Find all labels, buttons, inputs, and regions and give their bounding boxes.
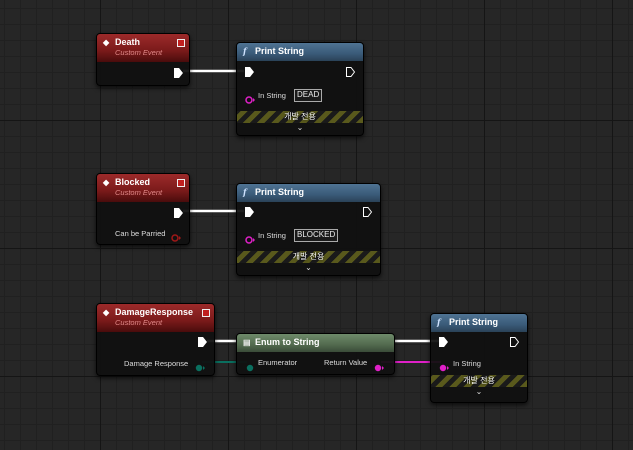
node-title: Print String — [255, 46, 304, 56]
development-only-label: 개발 전용 — [292, 252, 325, 261]
string-input-pin[interactable] — [245, 231, 256, 249]
in-string-value-field[interactable]: DEAD — [294, 89, 323, 102]
print-string-node-1[interactable]: f Print String In String DEAD 개발 전용 ⌄ — [236, 42, 364, 136]
damage-response-event-node[interactable]: ◆ DamageResponse Custom Event Damage Resp… — [96, 303, 215, 376]
node-header: f Print String — [237, 43, 363, 61]
expand-chevron-icon[interactable]: ⌄ — [237, 124, 363, 132]
exec-in-pin[interactable] — [245, 67, 254, 77]
enum-output-pin[interactable] — [195, 359, 206, 377]
node-title: Death — [115, 37, 141, 47]
exec-in-pin[interactable] — [439, 337, 448, 347]
exec-out-pin[interactable] — [346, 67, 355, 77]
blocked-event-node[interactable]: ◆ Blocked Custom Event Can be Parried — [96, 173, 190, 245]
node-subtitle: Custom Event — [115, 48, 163, 57]
in-string-label: In String — [258, 91, 286, 100]
node-header: ▤ Enum to String — [237, 334, 394, 352]
document-icon: ▤ — [243, 338, 251, 347]
event-diamond-icon: ◆ — [103, 38, 110, 47]
exec-out-pin[interactable] — [510, 337, 519, 347]
development-only-label: 개발 전용 — [463, 376, 495, 385]
function-icon: f — [243, 187, 247, 197]
death-event-node[interactable]: ◆ Death Custom Event — [96, 33, 190, 86]
print-string-node-3[interactable]: f Print String In String 개발 전용 ⌄ — [430, 313, 528, 403]
bool-output-pin[interactable] — [171, 229, 182, 247]
node-title: Enum to String — [255, 337, 320, 347]
development-only-label: 개발 전용 — [284, 112, 316, 121]
node-header: ◆ Blocked Custom Event — [97, 174, 189, 202]
node-header: f Print String — [237, 184, 380, 202]
exec-out-pin[interactable] — [174, 68, 183, 78]
node-title: Print String — [449, 317, 498, 327]
string-input-pin[interactable] — [245, 91, 256, 109]
node-header: ◆ DamageResponse Custom Event — [97, 304, 214, 332]
enum-input-pin[interactable] — [246, 359, 254, 377]
damage-response-label: Damage Response — [124, 359, 189, 368]
can-be-parried-label: Can be Parried — [115, 229, 166, 238]
exec-in-pin[interactable] — [245, 207, 254, 217]
exec-out-pin[interactable] — [198, 337, 207, 347]
event-diamond-icon: ◆ — [103, 308, 110, 317]
node-subtitle: Custom Event — [115, 188, 163, 197]
event-diamond-icon: ◆ — [103, 178, 110, 187]
node-subtitle: Custom Event — [115, 318, 163, 327]
node-header: f Print String — [431, 314, 527, 332]
function-icon: f — [243, 46, 247, 56]
delegate-pin[interactable] — [177, 179, 185, 187]
in-string-label: In String — [453, 359, 481, 368]
function-icon: f — [437, 317, 441, 327]
node-title: Print String — [255, 187, 304, 197]
string-output-pin[interactable] — [374, 359, 385, 377]
return-value-label: Return Value — [324, 358, 368, 367]
node-title: Blocked — [115, 177, 151, 187]
node-title: DamageResponse — [115, 307, 194, 317]
expand-chevron-icon[interactable]: ⌄ — [237, 264, 380, 272]
exec-out-pin[interactable] — [363, 207, 372, 217]
enumerator-label: Enumerator — [258, 358, 298, 367]
in-string-label: In String — [258, 231, 286, 240]
exec-out-pin[interactable] — [174, 208, 183, 218]
delegate-pin[interactable] — [177, 39, 185, 47]
delegate-pin[interactable] — [202, 309, 210, 317]
enum-to-string-node[interactable]: ▤ Enum to String Enumerator Return Value — [236, 333, 395, 375]
expand-chevron-icon[interactable]: ⌄ — [431, 388, 527, 396]
in-string-value-field[interactable]: BLOCKED — [294, 229, 339, 242]
print-string-node-2[interactable]: f Print String In String BLOCKED 개발 전용 ⌄ — [236, 183, 381, 276]
node-header: ◆ Death Custom Event — [97, 34, 189, 62]
